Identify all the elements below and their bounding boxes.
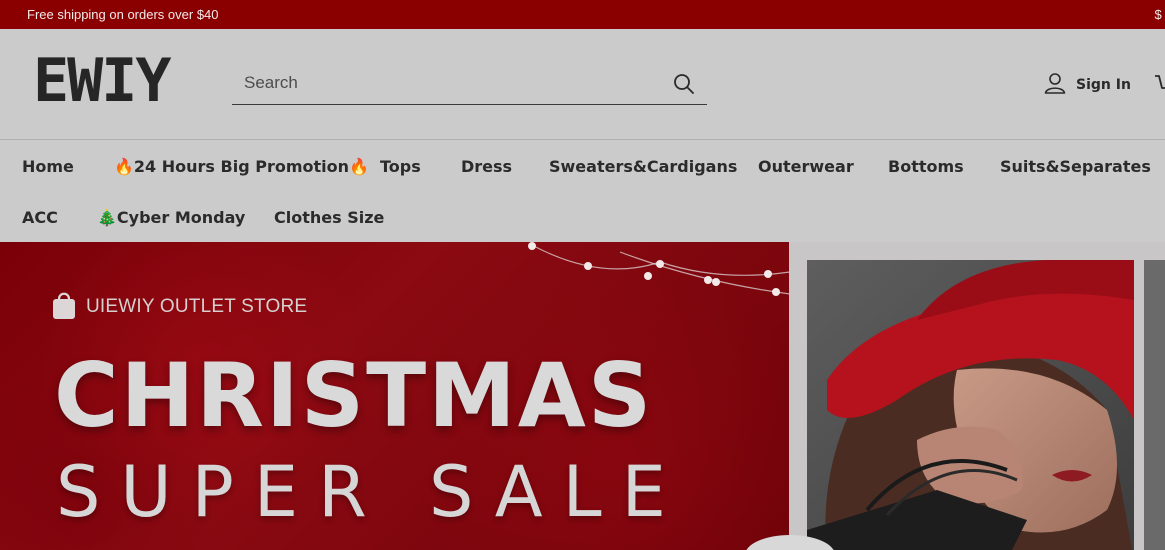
search-input[interactable]: [232, 65, 664, 101]
announcement-text-right: $ t: [1154, 7, 1165, 22]
announcement-bar: Free shipping on orders over $40 $ t: [0, 0, 1165, 29]
nav-item-home[interactable]: Home: [22, 157, 74, 176]
hero-headline: CHRISTMAS: [54, 344, 654, 447]
announcement-text: Free shipping on orders over $40: [27, 7, 219, 22]
site-header: EWIY Sign In: [0, 29, 1165, 140]
sign-in-link[interactable]: Sign In: [1044, 73, 1131, 97]
nav-item-outerwear[interactable]: Outerwear: [758, 157, 854, 176]
store-label: UIEWIY OUTLET STORE: [52, 290, 307, 324]
search-icon[interactable]: [673, 73, 695, 95]
hero-subheadline: SUPER SALE: [56, 451, 686, 533]
nav-item-clothes-size[interactable]: Clothes Size: [274, 208, 384, 227]
site-logo[interactable]: EWIY: [33, 51, 171, 111]
search-bar: [232, 65, 707, 105]
nav-item-cyber-monday[interactable]: 🎄Cyber Monday: [97, 208, 245, 227]
nav-item-acc[interactable]: ACC: [22, 208, 58, 227]
user-icon: [1044, 72, 1066, 98]
nav-item-bottoms[interactable]: Bottoms: [888, 157, 964, 176]
nav-item-dress[interactable]: Dress: [461, 157, 512, 176]
shopping-bag-icon: [52, 290, 76, 324]
model-photo: [807, 260, 1134, 550]
sign-in-label: Sign In: [1076, 77, 1131, 93]
nav-item-suits-separates[interactable]: Suits&Separates: [1000, 157, 1151, 176]
cart-icon[interactable]: [1154, 73, 1165, 95]
main-nav: Home 🔥24 Hours Big Promotion🔥 Tops Dress…: [0, 140, 1165, 242]
nav-item-24-hours-promotion[interactable]: 🔥24 Hours Big Promotion🔥: [114, 157, 369, 176]
hero-promo-panel: UIEWIY OUTLET STORE CHRISTMAS SUPER SALE: [0, 242, 790, 550]
nav-item-sweaters-cardigans[interactable]: Sweaters&Cardigans: [549, 157, 737, 176]
nav-item-tops[interactable]: Tops: [380, 157, 421, 176]
hero-banner[interactable]: UIEWIY OUTLET STORE CHRISTMAS SUPER SALE: [0, 242, 1165, 550]
string-lights-decoration: [528, 242, 790, 296]
hero-photo-panel: [789, 242, 1165, 550]
secondary-photo: [1144, 260, 1165, 550]
store-label-text: UIEWIY OUTLET STORE: [86, 296, 308, 317]
page: Free shipping on orders over $40 $ t EWI…: [0, 0, 1165, 550]
